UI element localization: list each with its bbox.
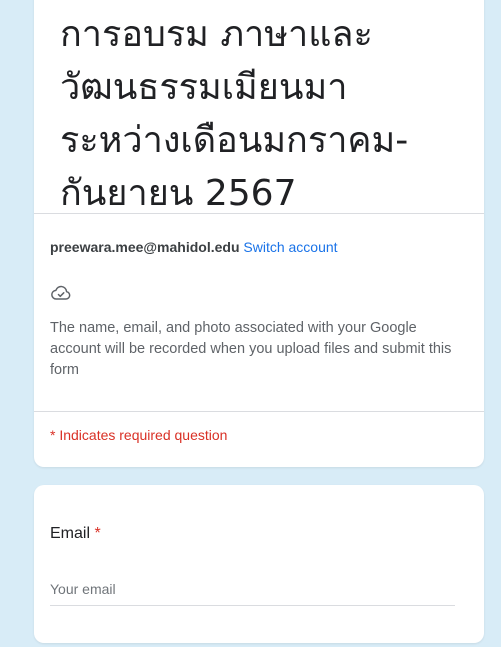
form-title: การอบรม ภาษาและวัฒนธรรมเมียนมา ระหว่างเด… — [60, 14, 409, 214]
switch-account-link[interactable]: Switch account — [243, 239, 337, 255]
email-question-label: Email * — [50, 525, 101, 543]
form-header-card: การอบรม ภาษาและวัฒนธรรมเมียนมา ระหว่างเด… — [34, 0, 484, 467]
required-star: * — [94, 525, 101, 542]
account-line: preewara.mee@mahidol.edu Switch account — [50, 239, 338, 255]
form-page: การอบรม ภาษาและวัฒนธรรมเมียนมา ระหว่างเด… — [0, 0, 501, 647]
email-input[interactable] — [50, 573, 455, 606]
cloud-check-icon — [51, 285, 71, 300]
divider — [34, 411, 484, 412]
email-question-card: Email * — [34, 485, 484, 643]
account-email: preewara.mee@mahidol.edu — [50, 239, 240, 255]
required-note: * Indicates required question — [50, 427, 228, 443]
privacy-notice: The name, email, and photo associated wi… — [50, 320, 452, 378]
question-text: Email — [50, 525, 91, 542]
divider — [34, 213, 484, 214]
